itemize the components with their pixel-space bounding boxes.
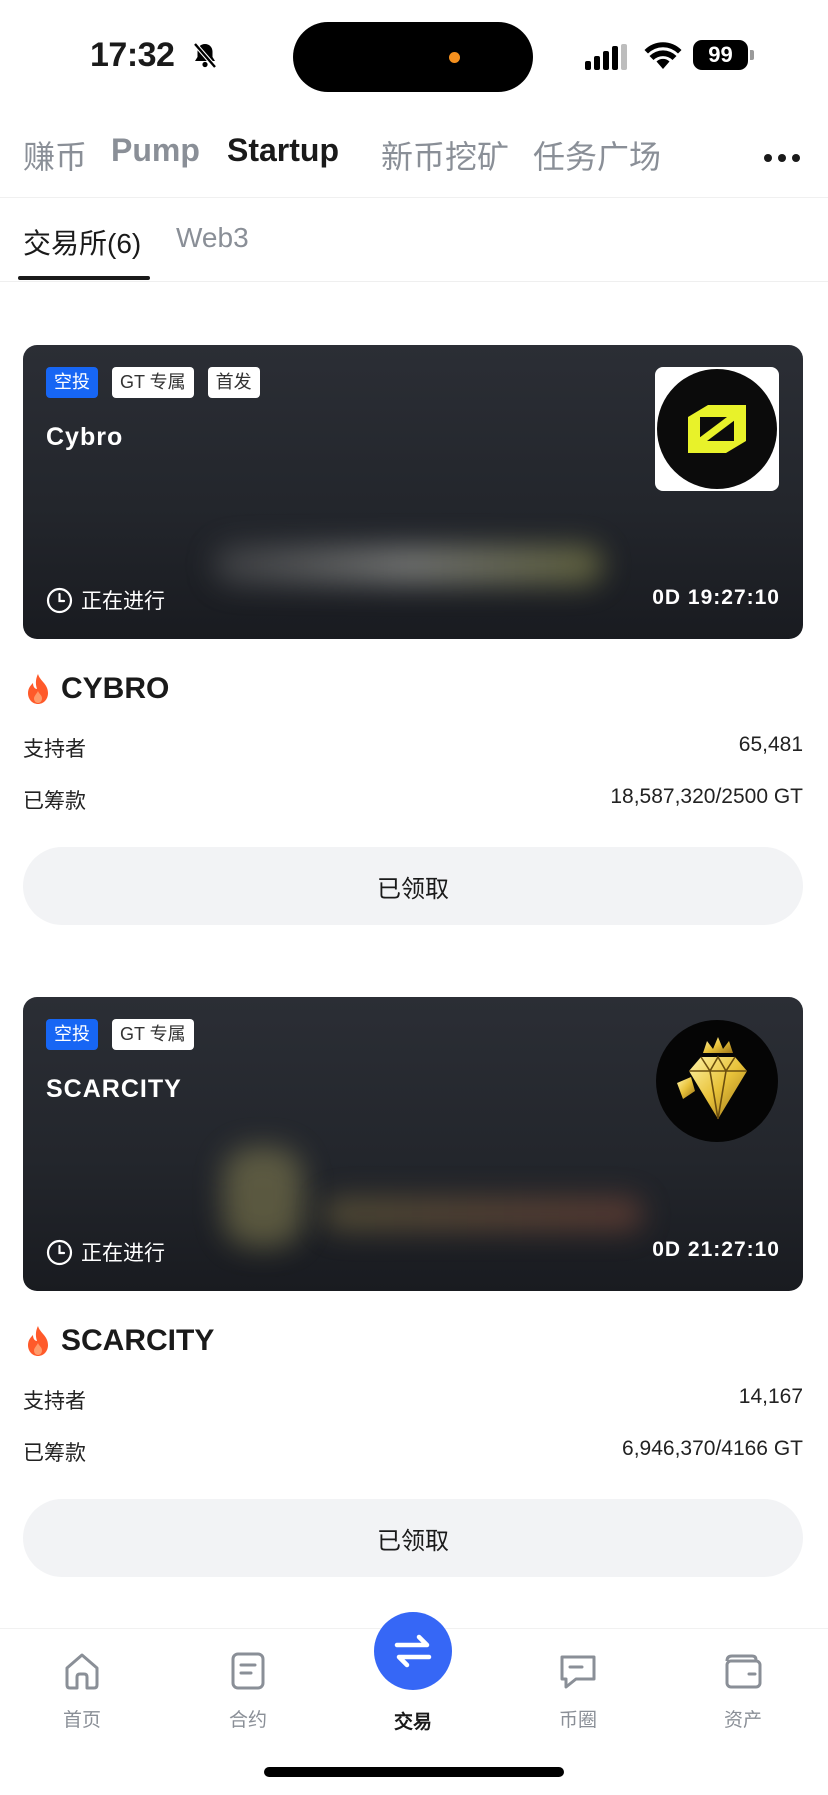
project-status: 正在进行 bbox=[46, 585, 165, 615]
project-banner[interactable]: 空投 GT 专属 SCARCITY 正在进行 0D 21:27:10 bbox=[23, 997, 803, 1291]
privacy-indicator-dot bbox=[449, 52, 460, 63]
project-status: 正在进行 bbox=[46, 1237, 165, 1267]
bottom-tab-label: 币圈 bbox=[558, 1710, 597, 1731]
chat-bubble-icon bbox=[560, 1655, 596, 1689]
divider bbox=[0, 281, 828, 282]
cellular-signal-icon bbox=[585, 44, 627, 70]
project-name: SCARCITY bbox=[61, 1324, 215, 1357]
tag-gt-exclusive: GT 专属 bbox=[112, 1019, 194, 1050]
project-tags: 空投 GT 专属 首发 bbox=[46, 367, 260, 398]
battery-tip bbox=[750, 50, 754, 60]
wifi-icon bbox=[644, 42, 682, 69]
tab-exchange[interactable]: 交易所(6) bbox=[23, 222, 141, 262]
tab-web3[interactable]: Web3 bbox=[176, 222, 249, 254]
dynamic-island bbox=[293, 22, 533, 92]
supporters-value: 14,167 bbox=[738, 1385, 803, 1408]
supporters-label: 支持者 bbox=[23, 738, 86, 761]
banner-title: SCARCITY bbox=[46, 1075, 182, 1103]
fire-icon bbox=[28, 674, 48, 704]
raised-row: 已筹款 6,946,370/4166 GT bbox=[23, 1437, 803, 1467]
countdown-timer: 0D 19:27:10 bbox=[652, 586, 780, 609]
project-tags: 空投 GT 专属 bbox=[46, 1019, 194, 1050]
battery-level: 99 bbox=[693, 40, 748, 70]
status-text: 正在进行 bbox=[81, 590, 165, 613]
bottom-tab-community[interactable]: 币圈 bbox=[523, 1647, 633, 1732]
more-dot bbox=[778, 154, 786, 162]
raised-label: 已筹款 bbox=[23, 1442, 86, 1465]
bottom-tab-label: 合约 bbox=[228, 1710, 267, 1731]
tag-airdrop: 空投 bbox=[46, 367, 98, 398]
swap-icon bbox=[394, 1634, 432, 1668]
tab-new-coin-mining[interactable]: 新币挖矿 bbox=[381, 132, 509, 178]
raised-value: 18,587,320/2500 GT bbox=[610, 785, 803, 808]
more-dot bbox=[764, 154, 772, 162]
project-card-cybro: 空投 GT 专属 首发 Cybro 正在进行 0D 19:27:10 CYBRO… bbox=[23, 345, 803, 925]
more-dot bbox=[792, 154, 800, 162]
supporters-label: 支持者 bbox=[23, 1390, 86, 1413]
tag-airdrop: 空投 bbox=[46, 1019, 98, 1050]
project-name: CYBRO bbox=[61, 672, 170, 705]
project-card-scarcity: 空投 GT 专属 SCARCITY 正在进行 0D 21:27:10 SCARC… bbox=[23, 997, 803, 1577]
tab-startup[interactable]: Startup bbox=[227, 132, 339, 169]
blurred-banner-art bbox=[223, 1147, 303, 1247]
home-icon bbox=[65, 1653, 99, 1690]
tab-task-plaza[interactable]: 任务广场 bbox=[533, 132, 661, 178]
bottom-tab-label: 首页 bbox=[62, 1710, 101, 1731]
tab-earn[interactable]: 赚币 bbox=[23, 132, 87, 178]
battery-indicator: 99 bbox=[693, 40, 754, 70]
clock-icon bbox=[46, 1239, 73, 1265]
crown-diamond-logo-icon bbox=[655, 1019, 779, 1143]
home-indicator[interactable] bbox=[264, 1767, 564, 1777]
project-name-row: CYBRO bbox=[23, 669, 803, 709]
tag-first-launch: 首发 bbox=[207, 367, 260, 398]
supporters-row: 支持者 14,167 bbox=[23, 1385, 803, 1415]
supporters-row: 支持者 65,481 bbox=[23, 733, 803, 763]
project-banner[interactable]: 空投 GT 专属 首发 Cybro 正在进行 0D 19:27:10 bbox=[23, 345, 803, 639]
bottom-tab-assets[interactable]: 资产 bbox=[688, 1647, 798, 1732]
wallet-icon bbox=[725, 1654, 762, 1689]
divider bbox=[0, 197, 828, 198]
more-button[interactable] bbox=[764, 148, 804, 168]
contract-icon bbox=[231, 1652, 265, 1690]
raised-value: 6,946,370/4166 GT bbox=[622, 1437, 803, 1460]
clock-icon bbox=[46, 587, 73, 613]
raised-label: 已筹款 bbox=[23, 790, 86, 813]
bottom-tab-trade[interactable] bbox=[374, 1612, 452, 1690]
active-tab-underline bbox=[18, 276, 150, 280]
claimed-button[interactable]: 已领取 bbox=[23, 1499, 803, 1577]
tab-pump[interactable]: Pump bbox=[111, 132, 200, 169]
supporters-value: 65,481 bbox=[738, 733, 803, 756]
tag-gt-exclusive: GT 专属 bbox=[112, 367, 194, 398]
countdown-timer: 0D 21:27:10 bbox=[652, 1238, 780, 1261]
raised-row: 已筹款 18,587,320/2500 GT bbox=[23, 785, 803, 815]
cybro-logo-icon bbox=[655, 367, 779, 491]
top-nav: 赚币 Pump Startup 新币挖矿 任务广场 bbox=[0, 120, 828, 195]
status-bar: 17:32 99 bbox=[0, 0, 828, 110]
claimed-button[interactable]: 已领取 bbox=[23, 847, 803, 925]
blurred-banner-art bbox=[323, 1197, 643, 1231]
status-text: 正在进行 bbox=[81, 1242, 165, 1265]
bottom-tab-home[interactable]: 首页 bbox=[27, 1647, 137, 1732]
banner-title: Cybro bbox=[46, 423, 124, 451]
bottom-tab-contract[interactable]: 合约 bbox=[193, 1647, 303, 1732]
fire-icon bbox=[28, 1326, 48, 1356]
sub-nav: 交易所(6) Web3 bbox=[0, 200, 828, 282]
bell-muted-icon bbox=[193, 42, 217, 69]
status-time: 17:32 bbox=[90, 36, 175, 74]
bottom-tab-label: 资产 bbox=[723, 1710, 762, 1731]
bottom-tab-label: 交易 bbox=[393, 1712, 432, 1733]
blurred-banner-art bbox=[213, 545, 603, 585]
project-name-row: SCARCITY bbox=[23, 1321, 803, 1361]
